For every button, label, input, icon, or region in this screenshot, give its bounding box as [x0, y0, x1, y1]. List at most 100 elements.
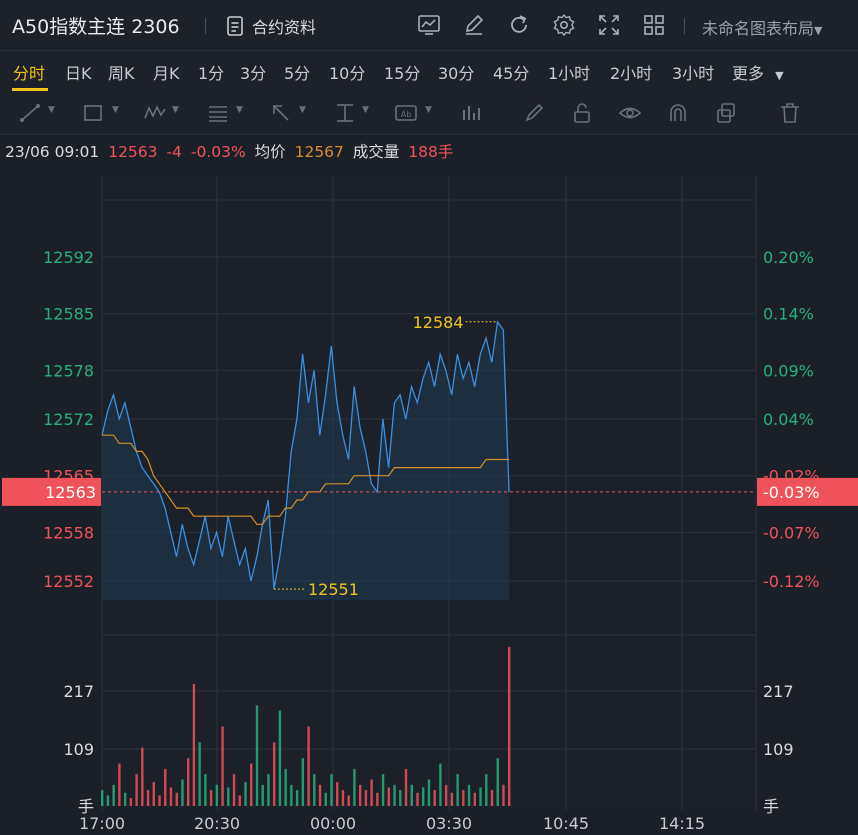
period-tab[interactable]: 2小时 — [610, 60, 652, 84]
period-tab[interactable]: 15分 — [384, 60, 420, 84]
volume-bar — [502, 784, 505, 806]
fullscreen-icon[interactable] — [596, 12, 622, 38]
volume-bar — [255, 705, 259, 806]
contract-info-button[interactable]: 合约资料 — [226, 14, 316, 38]
pct-tick-label: -0.12% — [763, 572, 820, 591]
pct-tick-label: 0.20% — [763, 248, 814, 267]
period-tab[interactable]: 45分 — [493, 60, 529, 84]
time-tick-label: 03:30 — [426, 814, 472, 833]
instrument-title[interactable]: A50指数主连 2306 — [12, 12, 180, 39]
volume-bar — [181, 779, 184, 806]
grid-layout-icon[interactable] — [641, 12, 667, 38]
volume-unit-label-right: 手 — [763, 797, 779, 816]
volume-bar — [456, 774, 459, 806]
caret-down-icon: ▼ — [112, 105, 119, 115]
volume-bar — [158, 795, 161, 806]
period-tab[interactable]: 分时 — [13, 60, 45, 84]
volume-bar — [490, 790, 494, 806]
contract-info-label: 合约资料 — [252, 18, 317, 37]
quote-price: 12563 — [108, 143, 158, 161]
volume-bar — [462, 790, 465, 806]
volume-bar — [358, 784, 362, 806]
volume-bar — [370, 779, 373, 806]
volume-bar — [444, 784, 448, 806]
copy-icon[interactable] — [713, 100, 739, 126]
time-tick-label: 20:30 — [194, 814, 240, 833]
divider — [684, 18, 685, 34]
volume-tick-label: 109 — [63, 740, 94, 759]
rectangle-tool-icon[interactable] — [80, 100, 106, 126]
eye-icon[interactable] — [617, 100, 643, 126]
settings-icon[interactable] — [551, 12, 577, 38]
quote-change: -4 — [166, 143, 182, 161]
volume-bar — [341, 790, 345, 806]
volume-bar — [427, 779, 431, 806]
period-tab[interactable]: 1分 — [198, 60, 224, 84]
volume-bar — [267, 774, 270, 806]
price-tick-label: 12552 — [43, 572, 94, 591]
volume-bar — [450, 792, 454, 806]
period-tab[interactable]: 10分 — [329, 60, 365, 84]
layout-label: 未命名图表布局 — [702, 19, 815, 38]
period-tab[interactable]: 3小时 — [672, 60, 714, 84]
volume-bar — [473, 792, 477, 806]
text-tool-icon[interactable]: Ab — [393, 100, 419, 126]
period-tab[interactable]: 5分 — [284, 60, 310, 84]
trash-icon[interactable] — [777, 100, 803, 126]
line-tool-icon[interactable] — [18, 100, 44, 126]
volume-label: 成交量 — [352, 143, 400, 161]
volume-bar — [232, 774, 236, 806]
refresh-icon[interactable] — [506, 12, 532, 38]
volume-bar — [186, 758, 190, 806]
volume-bar — [324, 792, 327, 806]
magnet-icon[interactable] — [665, 100, 691, 126]
volume-bar — [135, 774, 138, 806]
measure-tool-icon[interactable] — [332, 100, 358, 126]
pattern-tool-icon[interactable] — [142, 100, 168, 126]
period-tab[interactable]: 月K — [153, 60, 180, 84]
volume-tick-label-right: 217 — [763, 682, 794, 701]
volume-bar — [209, 790, 213, 806]
volume-bar — [164, 768, 167, 806]
volume-bar — [118, 763, 121, 806]
brush-icon[interactable] — [521, 100, 547, 126]
period-tab[interactable]: 日K — [65, 60, 92, 84]
avg-price-label: 均价 — [254, 143, 286, 161]
pct-tick-label: -0.07% — [763, 523, 820, 542]
volume-bar — [112, 784, 115, 806]
quote-change-pct: -0.03% — [190, 143, 246, 161]
chart-icon[interactable] — [416, 12, 442, 38]
volume-bar — [272, 742, 276, 806]
lock-icon[interactable] — [569, 100, 595, 126]
more-periods-button[interactable]: 更多 ▼ — [732, 60, 784, 84]
period-tab[interactable]: 3分 — [240, 60, 266, 84]
max-price-label: 12584 — [413, 313, 464, 332]
current-price-label: 12563 — [45, 483, 96, 502]
more-label: 更多 — [732, 64, 765, 83]
volume-bar — [295, 790, 299, 806]
volume-profile-icon[interactable] — [458, 100, 484, 126]
time-tick-label: 14:15 — [659, 814, 705, 833]
edit-icon[interactable] — [461, 12, 487, 38]
volume-bar — [198, 742, 201, 806]
intraday-chart[interactable]: 12584 12551 12592 0.20% 12585 0.14% 12578 0.09%… — [0, 175, 858, 835]
volume-bar — [290, 784, 293, 806]
layout-selector[interactable]: 未命名图表布局▼ — [702, 15, 822, 39]
caret-down-icon: ▼ — [172, 105, 179, 115]
volume-bar — [336, 782, 339, 806]
caret-down-icon: ▼ — [48, 105, 55, 115]
volume-bar — [399, 790, 402, 806]
volume-bar — [227, 787, 230, 806]
period-tab[interactable]: 30分 — [438, 60, 474, 84]
volume-bar — [123, 792, 127, 806]
volume-bar — [284, 768, 287, 806]
period-tab[interactable]: 1小时 — [548, 60, 590, 84]
arrow-tool-icon[interactable] — [268, 100, 294, 126]
volume-bar — [433, 790, 436, 806]
volume-bar — [353, 768, 356, 806]
volume-bar — [192, 684, 196, 806]
volume-bar — [467, 784, 471, 806]
period-tab[interactable]: 周K — [108, 60, 135, 84]
fib-tool-icon[interactable] — [205, 100, 231, 126]
avg-price-value: 12567 — [294, 143, 344, 161]
